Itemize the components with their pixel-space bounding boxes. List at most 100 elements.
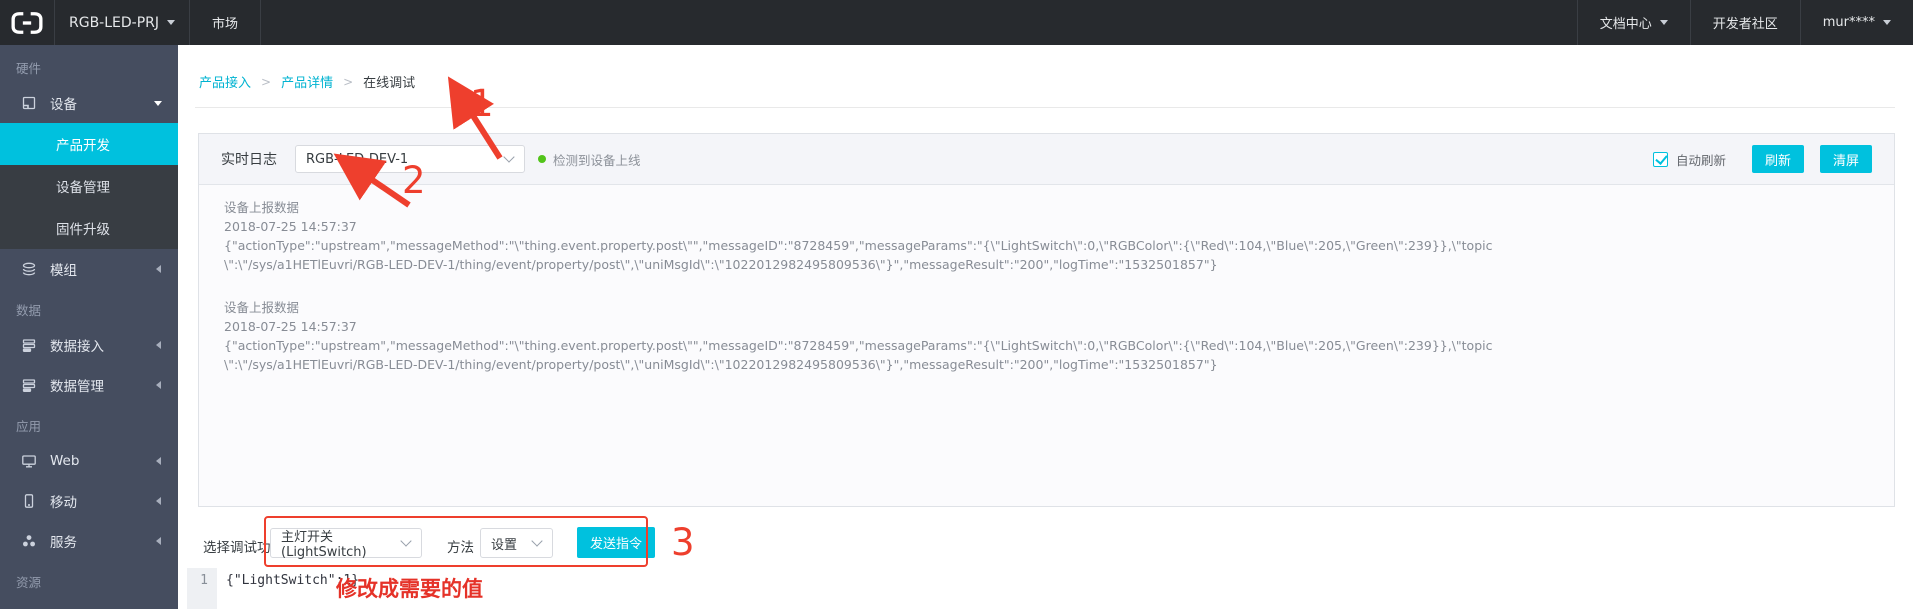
- phone-icon: [21, 493, 37, 509]
- doc-center-label: 文档中心: [1600, 13, 1652, 32]
- annotation-step-1: 1: [470, 82, 494, 125]
- topbar-separator: [260, 0, 261, 45]
- chevron-left-icon: [156, 457, 161, 465]
- chevron-left-icon: [156, 497, 161, 505]
- log-entry-json: {"actionType":"upstream","messageMethod"…: [224, 236, 1499, 274]
- refresh-button[interactable]: 刷新: [1752, 145, 1804, 173]
- device-icon: [21, 95, 37, 111]
- sidebar-item-label: 模组: [50, 259, 77, 279]
- sidebar-item-label: 数据管理: [50, 375, 104, 395]
- chevron-left-icon: [156, 381, 161, 389]
- nav-doc-center[interactable]: 文档中心: [1578, 0, 1690, 45]
- realtime-log-panel: 实时日志 RGB-LED-DEV-1 检测到设备上线 自动刷新 刷新 清屏: [198, 133, 1895, 507]
- sidebar-item-device-mgmt[interactable]: 设备管理: [0, 165, 178, 207]
- method-select-value: 设置: [491, 534, 517, 553]
- chevron-down-icon: [503, 151, 514, 162]
- command-editor: 1 {"LightSwitch":1}: [187, 568, 1913, 609]
- aliyun-logo-glyph: [10, 11, 44, 35]
- sidebar-section-data: 数据: [0, 289, 178, 325]
- project-name: RGB-LED-PRJ: [69, 15, 159, 31]
- module-icon: [21, 261, 37, 277]
- sidebar-item-product-dev[interactable]: 产品开发: [0, 123, 178, 165]
- annotation-step-3: 3: [671, 521, 695, 564]
- database-icon: [21, 337, 37, 353]
- clear-screen-button[interactable]: 清屏: [1820, 145, 1872, 173]
- method-select[interactable]: 设置: [480, 528, 553, 558]
- monitor-icon: [21, 453, 37, 469]
- online-dot-icon: [538, 155, 546, 163]
- user-name: mur****: [1823, 15, 1875, 30]
- editor-code-area[interactable]: {"LightSwitch":1}: [217, 568, 1913, 609]
- chevron-left-icon: [156, 537, 161, 545]
- chevron-left-icon: [156, 341, 161, 349]
- service-cluster-icon: [21, 533, 37, 549]
- sidebar-item-label: 移动: [50, 491, 77, 511]
- topbar: RGB-LED-PRJ 市场 文档中心 开发者社区 mur****: [0, 0, 1913, 45]
- breadcrumb-product-detail[interactable]: 产品详情: [281, 72, 333, 91]
- sidebar-item-label: 数据接入: [50, 335, 104, 355]
- breadcrumb-product-access[interactable]: 产品接入: [199, 72, 251, 91]
- user-menu[interactable]: mur****: [1801, 0, 1913, 45]
- sidebar-item-module[interactable]: 模组: [0, 249, 178, 289]
- log-entry: 设备上报数据 2018-07-25 14:57:37 {"actionType"…: [224, 298, 1894, 374]
- editor-code: {"LightSwitch":1}: [226, 573, 359, 588]
- sidebar-item-service[interactable]: 服务: [0, 521, 178, 561]
- chevron-down-icon: [154, 101, 162, 106]
- editor-gutter: 1: [187, 568, 217, 609]
- log-entry-time: 2018-07-25 14:57:37: [224, 217, 1894, 236]
- chevron-down-icon: [1883, 20, 1891, 25]
- app: RGB-LED-PRJ 市场 文档中心 开发者社区 mur**** 硬件: [0, 0, 1913, 609]
- sidebar-section-resource: 资源: [0, 561, 178, 597]
- log-entry-time: 2018-07-25 14:57:37: [224, 317, 1894, 336]
- topbar-right: 文档中心 开发者社区 mur****: [1577, 0, 1913, 45]
- breadcrumb: 产品接入 > 产品详情 > 在线调试: [199, 72, 415, 91]
- auto-refresh-label: 自动刷新: [1676, 150, 1726, 169]
- chevron-down-icon: [167, 20, 175, 25]
- sidebar-item-device[interactable]: 设备: [0, 83, 178, 123]
- debug-function-select[interactable]: 主灯开关 (LightSwitch): [270, 528, 422, 558]
- log-panel-header: 实时日志 RGB-LED-DEV-1 检测到设备上线 自动刷新 刷新 清屏: [199, 134, 1894, 185]
- log-entry-title: 设备上报数据: [224, 198, 1894, 217]
- log-panel-actions: 自动刷新 刷新 清屏: [1653, 145, 1872, 173]
- send-command-button[interactable]: 发送指令: [577, 527, 655, 558]
- nav-community[interactable]: 开发者社区: [1691, 0, 1800, 45]
- sidebar-item-web[interactable]: Web: [0, 441, 178, 481]
- device-select[interactable]: RGB-LED-DEV-1: [295, 145, 525, 173]
- sidebar-item-label: 服务: [50, 531, 77, 551]
- device-status-text: 检测到设备上线: [553, 150, 641, 169]
- breadcrumb-online-debug: 在线调试: [363, 72, 415, 91]
- debug-function-select-value: 主灯开关 (LightSwitch): [281, 526, 393, 560]
- method-label: 方法: [447, 536, 474, 556]
- sidebar-section-hardware: 硬件: [0, 45, 178, 83]
- sidebar-item-data-mgmt[interactable]: 数据管理: [0, 365, 178, 405]
- breadcrumb-separator: >: [343, 75, 353, 89]
- device-submenu: 产品开发 设备管理 固件升级: [0, 123, 178, 249]
- log-body[interactable]: 设备上报数据 2018-07-25 14:57:37 {"actionType"…: [199, 185, 1894, 506]
- log-entry-title: 设备上报数据: [224, 298, 1894, 317]
- sidebar-item-firmware[interactable]: 固件升级: [0, 207, 178, 249]
- project-switcher[interactable]: RGB-LED-PRJ: [55, 0, 189, 45]
- chevron-down-icon: [531, 535, 542, 546]
- nav-market[interactable]: 市场: [190, 0, 260, 45]
- breadcrumb-divider: [195, 107, 1895, 108]
- database-icon: [21, 377, 37, 393]
- sidebar-item-label: 设备: [50, 93, 77, 113]
- breadcrumb-separator: >: [261, 75, 271, 89]
- sidebar-section-app: 应用: [0, 405, 178, 441]
- main: 硬件 设备 产品开发 设备管理 固件升级 模组 数据: [0, 45, 1913, 609]
- editor-line-number: 1: [200, 573, 208, 588]
- device-select-value: RGB-LED-DEV-1: [306, 152, 408, 167]
- log-entry-json: {"actionType":"upstream","messageMethod"…: [224, 336, 1499, 374]
- chevron-down-icon: [1660, 20, 1668, 25]
- auto-refresh-checkbox[interactable]: [1653, 152, 1668, 167]
- sidebar: 硬件 设备 产品开发 设备管理 固件升级 模组 数据: [0, 45, 178, 609]
- content: 产品接入 > 产品详情 > 在线调试 实时日志 RGB-LED-DEV-1: [178, 45, 1913, 609]
- sidebar-item-mobile[interactable]: 移动: [0, 481, 178, 521]
- chevron-left-icon: [156, 265, 161, 273]
- sidebar-item-data-access[interactable]: 数据接入: [0, 325, 178, 365]
- log-entry: 设备上报数据 2018-07-25 14:57:37 {"actionType"…: [224, 198, 1894, 274]
- realtime-log-label: 实时日志: [221, 149, 277, 169]
- sidebar-item-label: Web: [50, 453, 79, 469]
- chevron-down-icon: [400, 535, 411, 546]
- aliyun-logo-icon[interactable]: [0, 0, 54, 45]
